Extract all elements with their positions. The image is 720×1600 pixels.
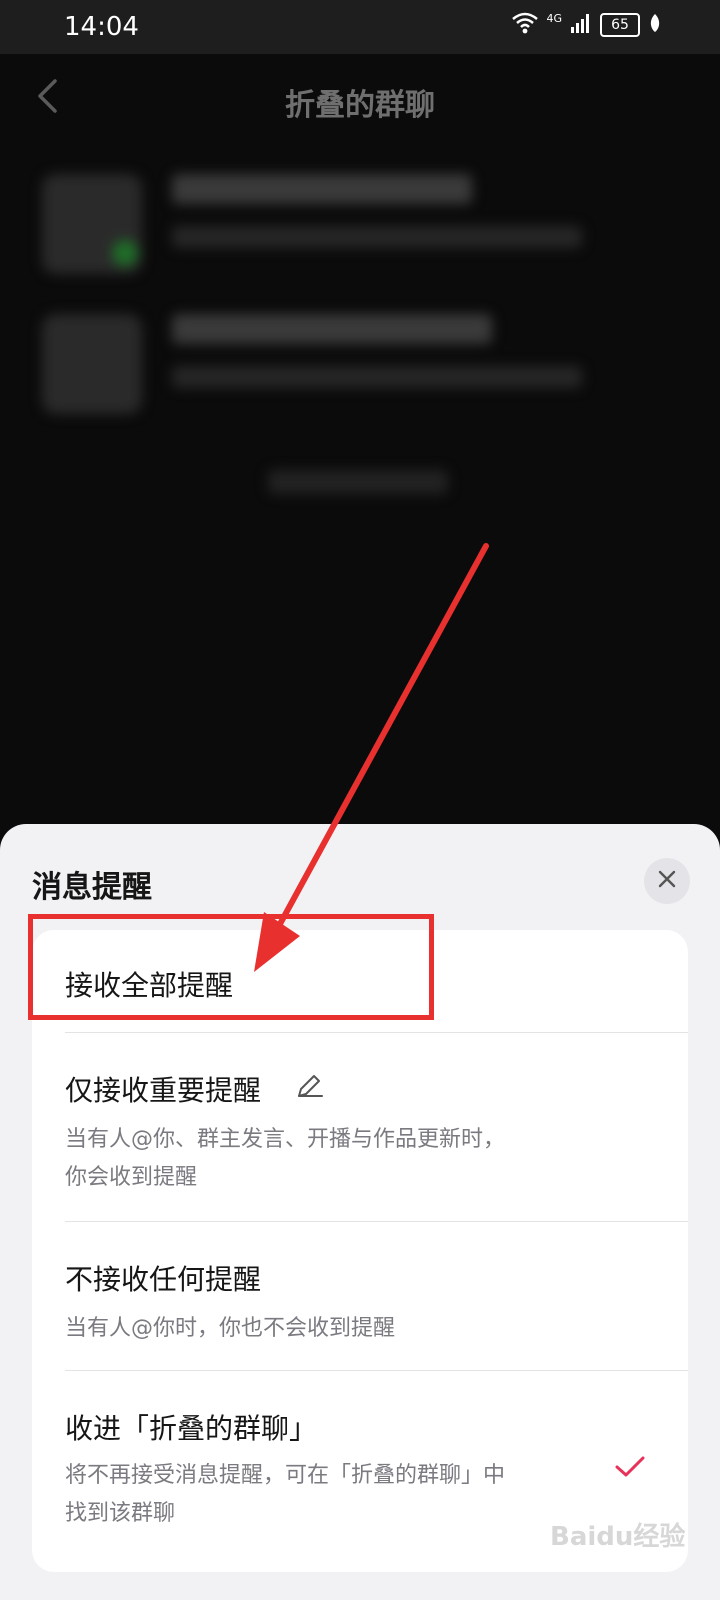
online-dot xyxy=(112,240,138,266)
sheet-title: 消息提醒 xyxy=(32,870,152,905)
chat-row xyxy=(0,300,720,440)
chat-subtitle-placeholder xyxy=(172,366,582,388)
options-card: 接收全部提醒 仅接收重要提醒 当有人@你、群主发言、开播与作品更新时， 你会收到… xyxy=(32,930,688,1572)
option-receive-none[interactable]: 不接收任何提醒 当有人@你时，你也不会收到提醒 xyxy=(32,1222,688,1370)
option-title: 仅接收重要提醒 xyxy=(65,1074,262,1107)
chat-subtitle-placeholder xyxy=(172,226,582,248)
leaf-icon xyxy=(648,13,662,37)
option-description: 当有人@你时，你也不会收到提醒 xyxy=(65,1316,396,1341)
option-important-only[interactable]: 仅接收重要提醒 当有人@你、群主发言、开播与作品更新时， 你会收到提醒 xyxy=(32,1033,688,1221)
list-footer-placeholder xyxy=(268,470,448,494)
blurred-chat-list xyxy=(0,160,720,440)
option-description: 将不再接受消息提醒，可在「折叠的群聊」中 xyxy=(65,1463,506,1488)
option-title: 不接收任何提醒 xyxy=(65,1263,262,1296)
watermark: Baidu经验 xyxy=(550,1522,686,1552)
chat-row xyxy=(0,160,720,300)
option-description: 你会收到提醒 xyxy=(65,1165,198,1190)
network-label: 4G xyxy=(546,12,562,25)
battery-icon: 65 xyxy=(600,13,640,37)
edit-pencil-icon[interactable] xyxy=(294,1071,324,1105)
page-title: 折叠的群聊 xyxy=(285,88,435,123)
nav-bar: 折叠的群聊 xyxy=(0,54,720,144)
avatar xyxy=(42,314,142,414)
check-icon xyxy=(614,1455,646,1483)
annotation-highlight-box xyxy=(28,914,434,1020)
close-icon xyxy=(658,870,676,892)
close-button[interactable] xyxy=(644,858,690,904)
option-description: 找到该群聊 xyxy=(65,1501,176,1526)
chat-title-placeholder xyxy=(172,314,492,344)
status-time: 14:04 xyxy=(64,12,139,42)
option-description: 当有人@你、群主发言、开播与作品更新时， xyxy=(65,1127,506,1152)
wifi-icon xyxy=(512,12,539,38)
status-bar: 14:04 4G 65 xyxy=(0,0,720,54)
option-title: 收进「折叠的群聊」 xyxy=(65,1412,318,1445)
signal-icon xyxy=(570,12,592,38)
status-icons: 4G 65 xyxy=(512,12,662,38)
chat-title-placeholder xyxy=(172,174,472,204)
